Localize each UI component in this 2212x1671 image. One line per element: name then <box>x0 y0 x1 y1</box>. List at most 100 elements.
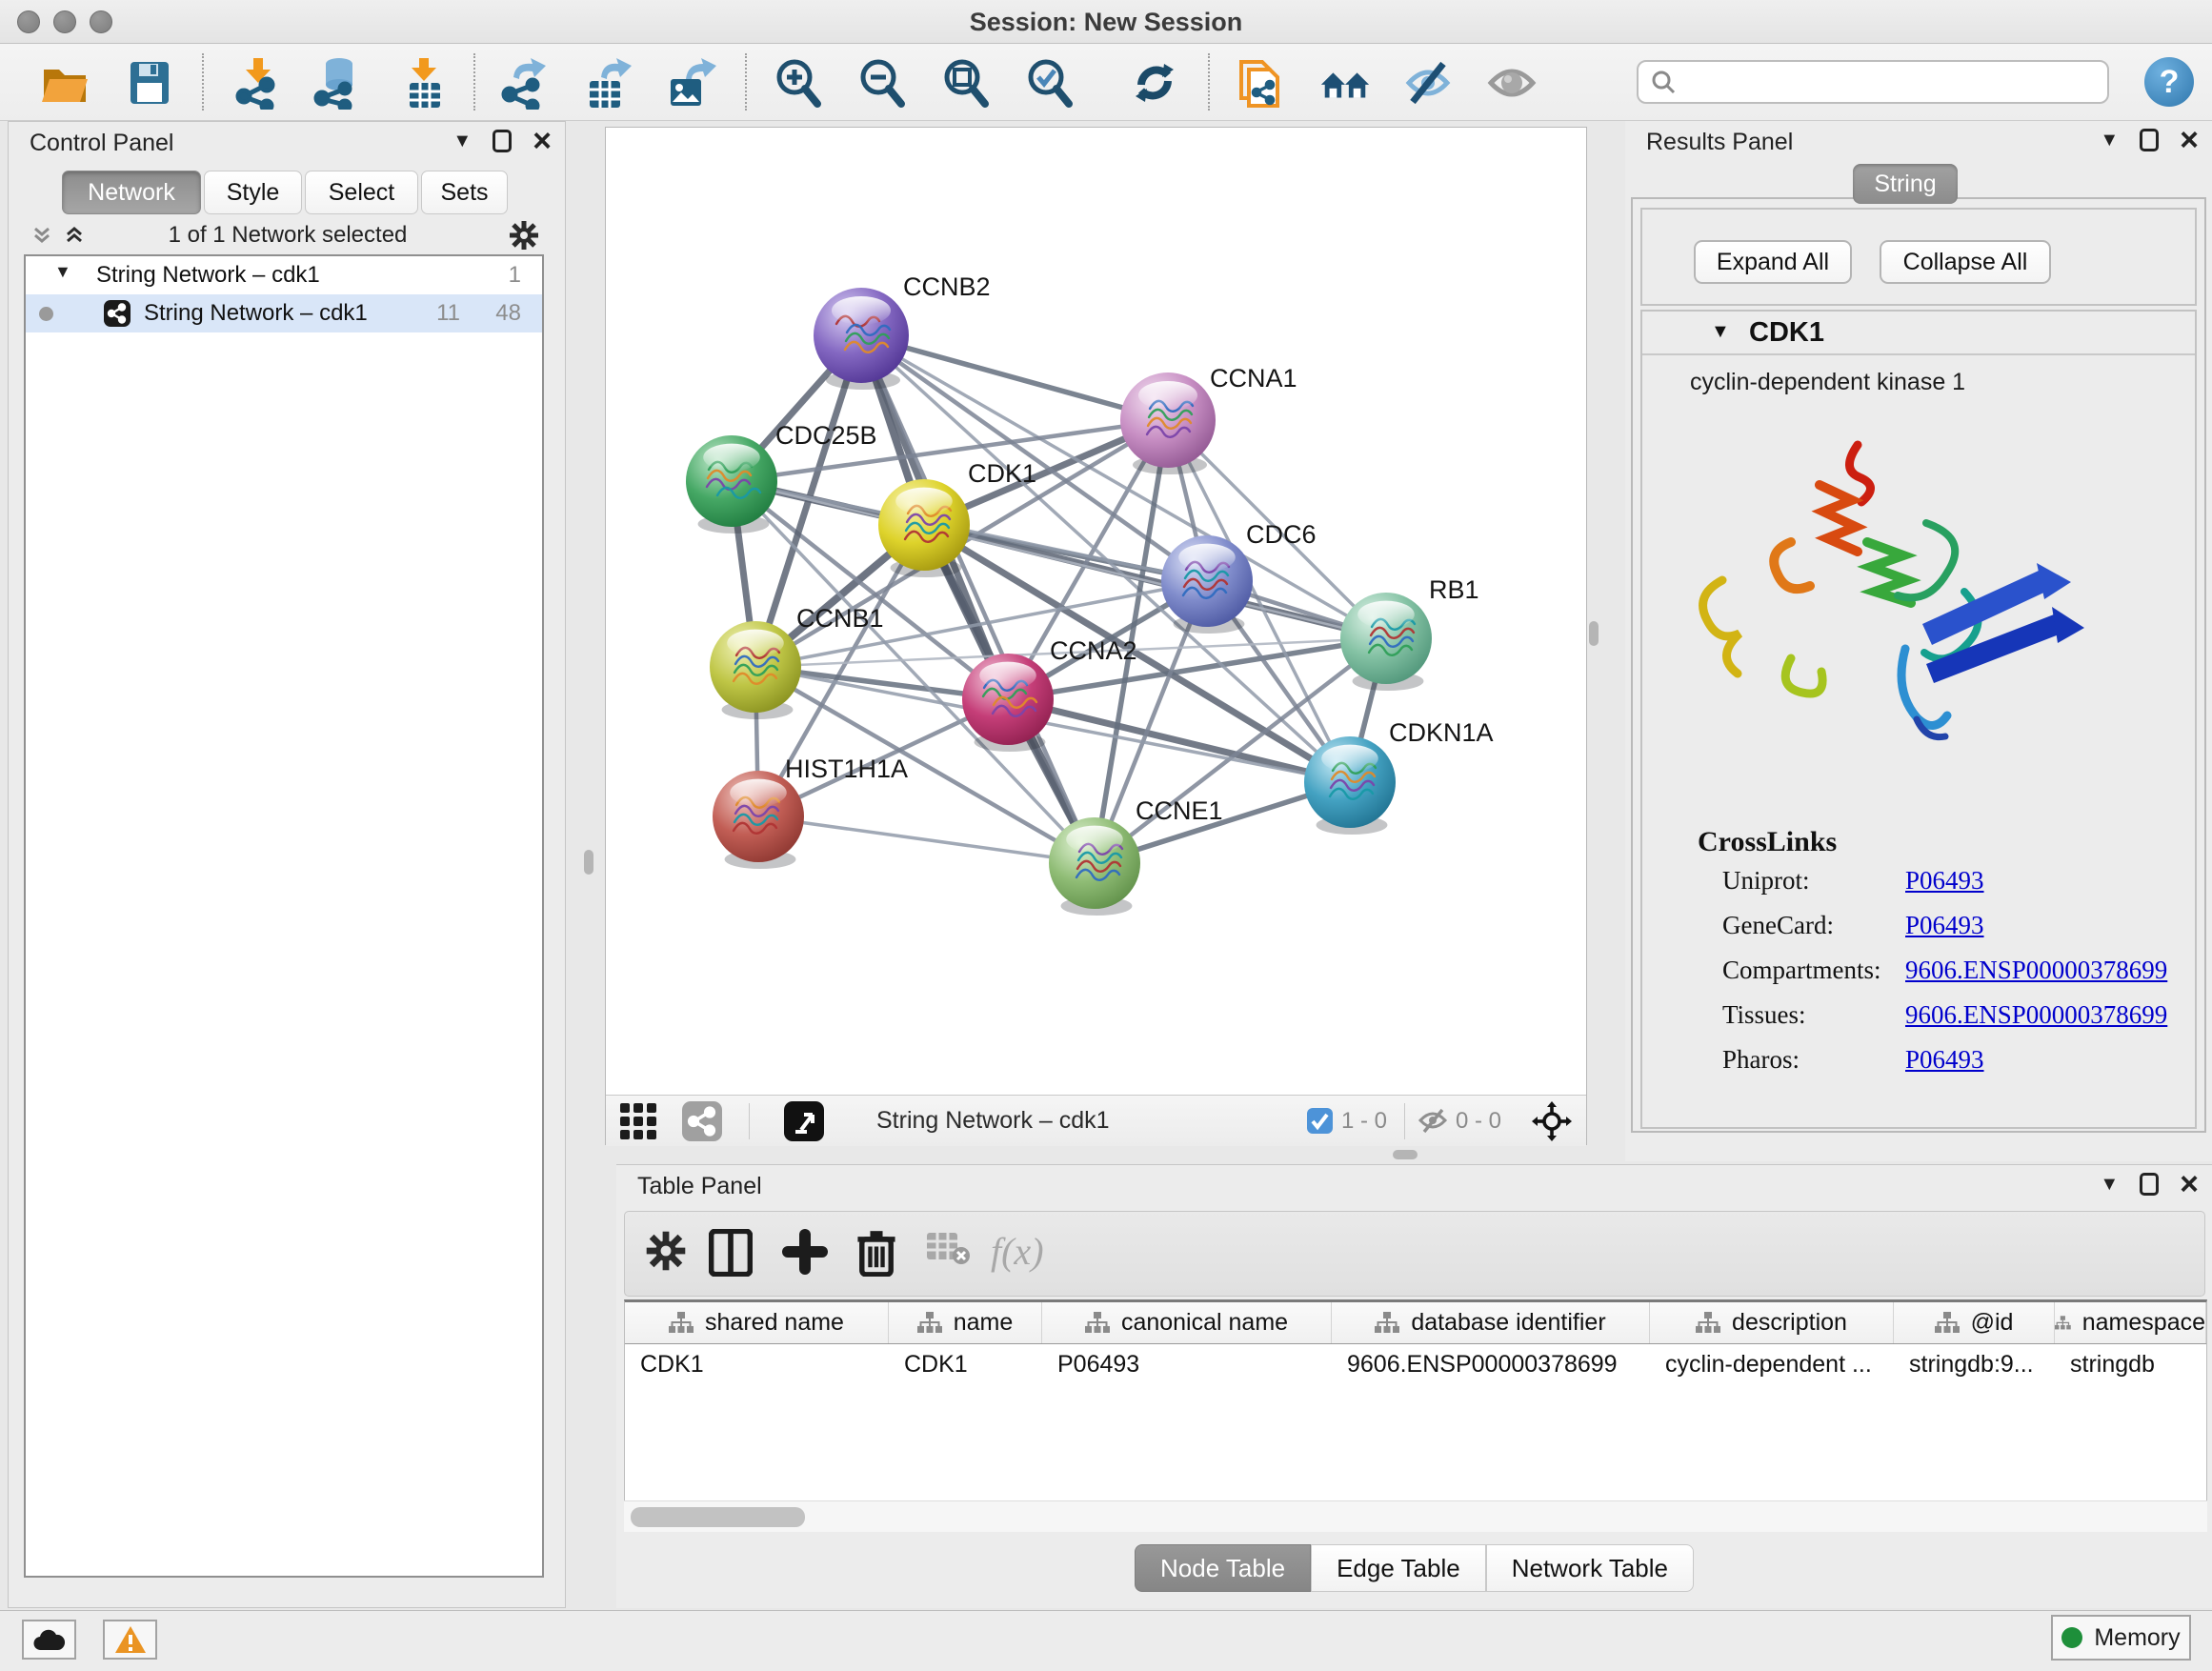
gene-description: cyclin-dependent kinase 1 <box>1690 369 1965 396</box>
fit-content-crosshair-icon[interactable] <box>1532 1101 1572 1146</box>
column-header[interactable]: shared name <box>625 1302 889 1343</box>
column-type-icon <box>669 1312 694 1335</box>
gene-section-header[interactable]: ▼ CDK1 <box>1642 312 2195 355</box>
import-table-icon <box>398 56 452 110</box>
save-session-button[interactable] <box>122 55 177 111</box>
tab-style[interactable]: Style <box>204 171 302 214</box>
column-header[interactable]: name <box>889 1302 1042 1343</box>
show-columns-icon[interactable] <box>709 1229 753 1277</box>
column-header[interactable]: namespace <box>2055 1302 2206 1343</box>
string-view-icon[interactable] <box>682 1101 722 1146</box>
document-share-icon <box>1234 56 1287 110</box>
help-button[interactable]: ? <box>2144 57 2194 107</box>
zoom-in-button[interactable] <box>771 55 826 111</box>
delete-column-trash-icon[interactable] <box>855 1229 897 1277</box>
crosslink-link[interactable]: P06493 <box>1905 866 1984 896</box>
zoom-fit-button[interactable] <box>938 55 994 111</box>
search-icon <box>1650 69 1677 95</box>
tab-network[interactable]: Network <box>62 171 201 214</box>
network-collection-row[interactable]: ▼ String Network – cdk1 1 <box>26 256 542 294</box>
crosslink-link[interactable]: 9606.ENSP00000378699 <box>1905 956 2167 985</box>
create-column-icon[interactable] <box>782 1229 828 1275</box>
svg-text:CCNB1: CCNB1 <box>796 604 884 633</box>
save-icon <box>123 56 176 110</box>
tab-edge-table[interactable]: Edge Table <box>1311 1544 1486 1592</box>
node-table[interactable]: shared name name canonical name database… <box>624 1299 2207 1532</box>
vertical-splitter-handle[interactable] <box>1589 621 1599 646</box>
table-options-gear-icon[interactable] <box>644 1229 688 1273</box>
grid-view-icon[interactable] <box>620 1103 658 1144</box>
export-network-button[interactable] <box>495 55 551 111</box>
tab-network-table[interactable]: Network Table <box>1486 1544 1694 1592</box>
results-content: Expand All Collapse All ▼ CDK1 cyclin-de… <box>1631 197 2206 1133</box>
table-panel-title: Table Panel <box>637 1173 762 1200</box>
toolbar-divider <box>745 53 747 111</box>
zoom-out-button[interactable] <box>855 55 910 111</box>
panel-close-icon[interactable]: × <box>2180 129 2199 151</box>
zoom-selected-icon <box>1023 56 1076 110</box>
selected-checkbox-icon[interactable] <box>1307 1108 1333 1138</box>
column-header[interactable]: database identifier <box>1332 1302 1650 1343</box>
cloud-status-button[interactable] <box>22 1620 76 1660</box>
svg-text:CCNA2: CCNA2 <box>1050 636 1137 665</box>
network-node-CDC6 <box>1161 535 1253 634</box>
export-table-button[interactable] <box>579 55 634 111</box>
expand-all-button[interactable]: Expand All <box>1694 240 1852 284</box>
panel-float-icon[interactable] <box>493 130 512 152</box>
collapse-all-button[interactable]: Collapse All <box>1880 240 2051 284</box>
table-horizontal-scrollbar[interactable] <box>624 1500 2207 1532</box>
table-row[interactable]: CDK1 CDK1 P06493 9606.ENSP00000378699 cy… <box>625 1344 2206 1384</box>
crosslink-link[interactable]: 9606.ENSP00000378699 <box>1905 1000 2167 1030</box>
panel-float-icon[interactable] <box>2140 129 2159 151</box>
zoom-selected-button[interactable] <box>1022 55 1077 111</box>
tab-sets[interactable]: Sets <box>421 171 508 214</box>
network-view[interactable]: CCNB2CCNA1CDC25BCDK1CDC6RB1CCNB1CCNA2CDK… <box>605 127 1587 1145</box>
search-input[interactable] <box>1677 69 2086 95</box>
section-caret-icon[interactable]: ▼ <box>1711 321 1730 343</box>
vertical-splitter-handle[interactable] <box>584 850 593 875</box>
import-table-button[interactable] <box>397 55 452 111</box>
panel-collapse-icon[interactable]: ▼ <box>452 131 472 152</box>
column-header[interactable]: description <box>1650 1302 1894 1343</box>
panel-close-icon[interactable]: × <box>533 130 552 152</box>
tab-select[interactable]: Select <box>305 171 418 214</box>
panel-collapse-icon[interactable]: ▼ <box>2100 130 2119 151</box>
network-row[interactable]: String Network – cdk1 11 48 <box>26 294 542 332</box>
column-header[interactable]: canonical name <box>1042 1302 1332 1343</box>
scrollbar-thumb[interactable] <box>631 1507 805 1527</box>
tab-string-results[interactable]: String <box>1853 164 1958 204</box>
import-network-button[interactable] <box>230 55 285 111</box>
protein-structure-image <box>1677 418 2086 804</box>
crosslink-link[interactable]: P06493 <box>1905 911 1984 940</box>
network-view-statusbar: String Network – cdk1 1 - 0 0 - 0 <box>606 1095 1586 1146</box>
column-header[interactable]: @id <box>1894 1302 2055 1343</box>
search-field[interactable] <box>1637 60 2109 104</box>
panel-collapse-icon[interactable]: ▼ <box>2100 1174 2119 1196</box>
network-label: String Network – cdk1 <box>144 300 368 327</box>
horizontal-splitter-handle[interactable] <box>1393 1150 1418 1159</box>
current-network-title: String Network – cdk1 <box>876 1107 1110 1135</box>
hide-selected-button[interactable] <box>1400 55 1456 111</box>
panel-close-icon[interactable]: × <box>2180 1173 2199 1196</box>
export-image-button[interactable] <box>662 55 717 111</box>
network-from-file-button[interactable] <box>1233 55 1288 111</box>
panel-float-icon[interactable] <box>2140 1173 2159 1196</box>
warning-status-button[interactable] <box>103 1620 157 1660</box>
network-selection-status: 1 of 1 Network selected <box>18 222 557 249</box>
refresh-view-button[interactable] <box>1127 55 1182 111</box>
crosslink-link[interactable]: P06493 <box>1905 1045 1984 1075</box>
open-session-button[interactable] <box>37 55 92 111</box>
selected-count: 1 - 0 <box>1341 1108 1387 1135</box>
tab-node-table[interactable]: Node Table <box>1135 1544 1311 1592</box>
control-panel: Control Panel ▼ × Network Style Select S… <box>8 121 566 1608</box>
show-all-button[interactable] <box>1484 55 1539 111</box>
network-graph[interactable]: CCNB2CCNA1CDC25BCDK1CDC6RB1CCNB1CCNA2CDK… <box>606 128 1588 1095</box>
tree-caret-icon[interactable]: ▼ <box>54 262 71 282</box>
import-network-from-database-button[interactable] <box>310 55 365 111</box>
home-genemania-button[interactable] <box>1317 55 1373 111</box>
memory-button[interactable]: Memory <box>2051 1615 2191 1661</box>
eye-icon <box>1485 56 1538 110</box>
birds-eye-view-icon[interactable] <box>784 1101 824 1146</box>
crosslink-label: Pharos: <box>1722 1045 1800 1075</box>
network-node-CCNB1 <box>710 621 801 719</box>
